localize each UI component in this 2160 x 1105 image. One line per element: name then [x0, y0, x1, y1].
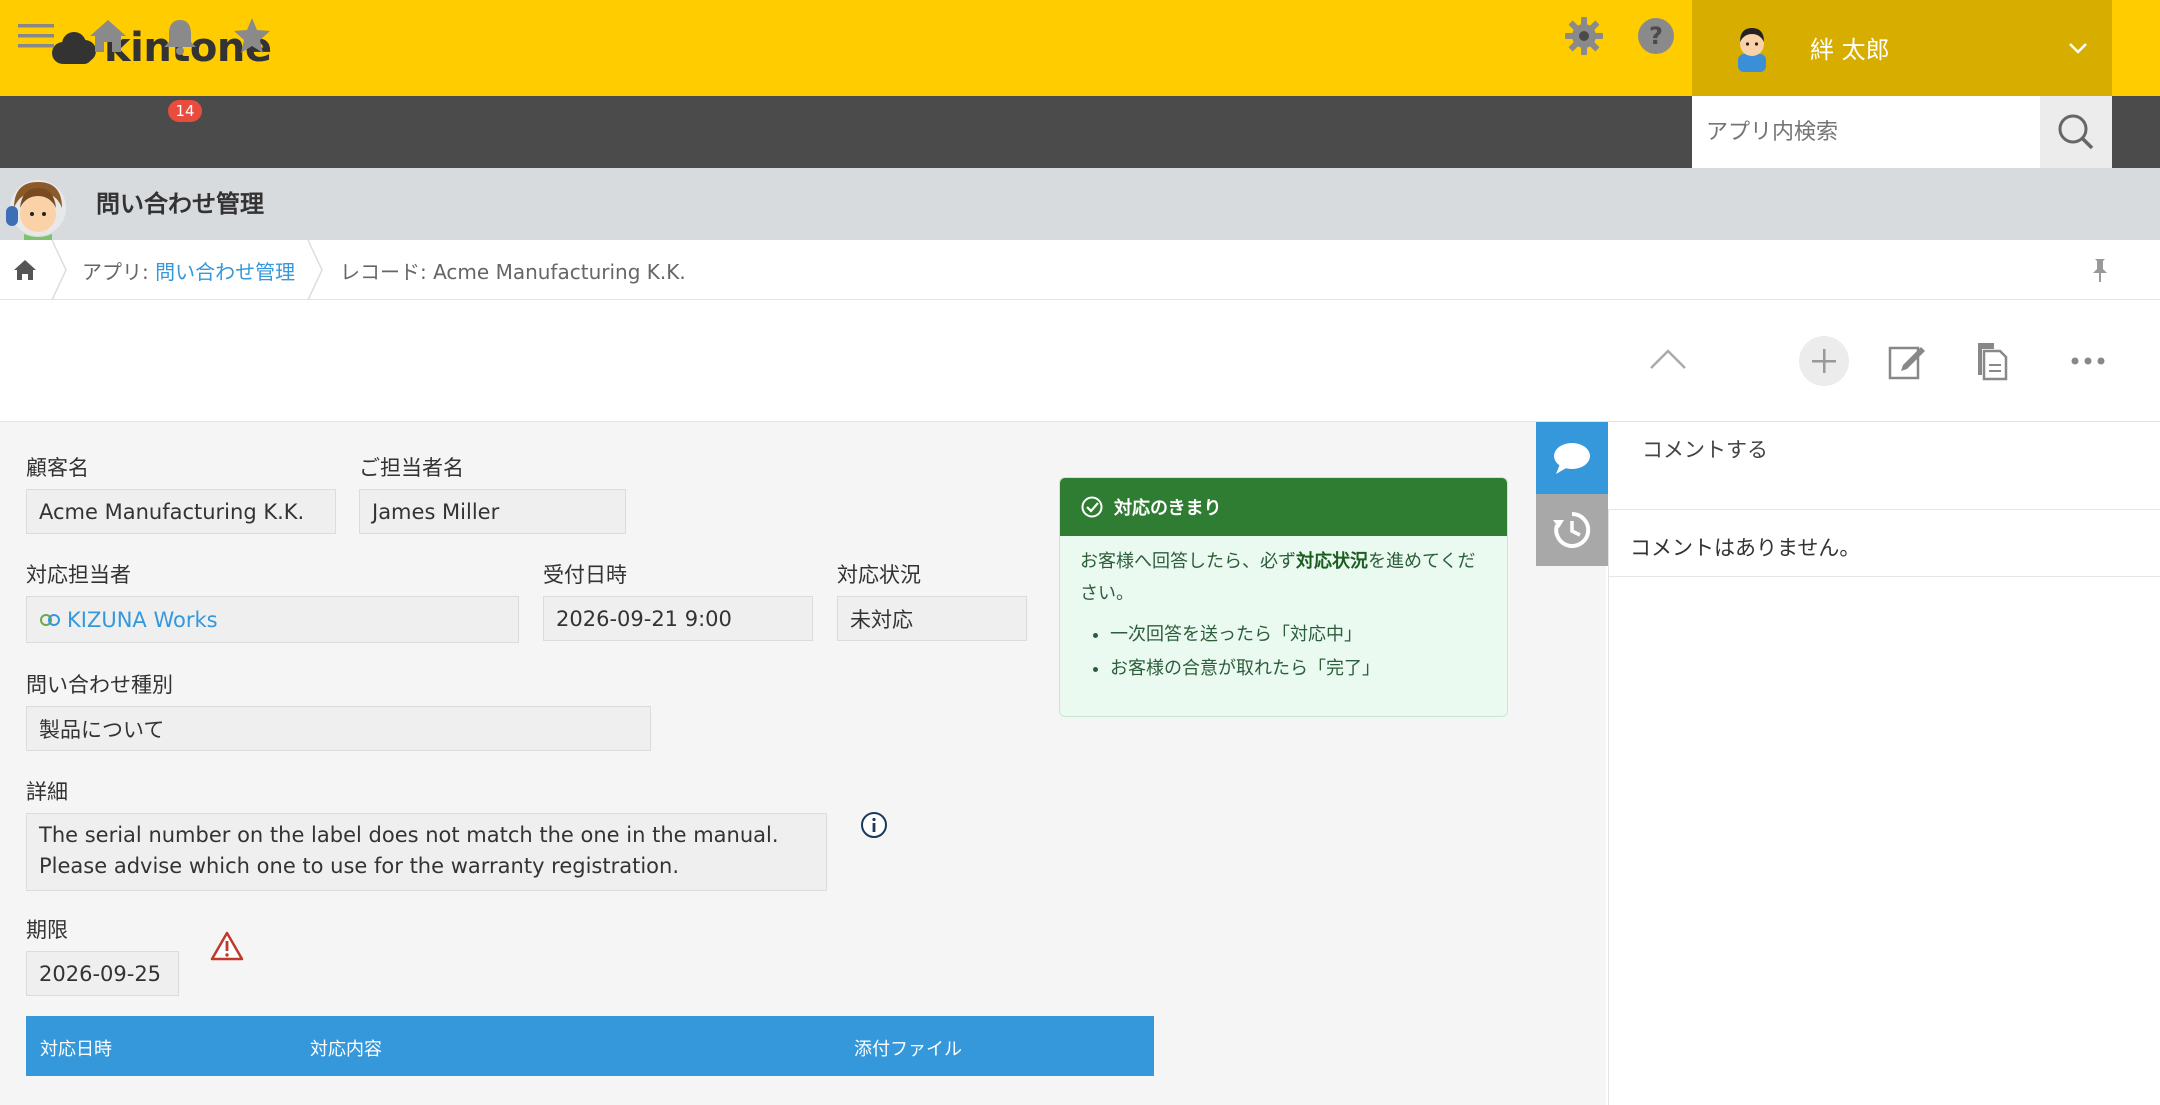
response-rules-list: 一次回答を送ったら「対応中」 お客様の合意が取れたら「完了」 — [1080, 618, 1487, 686]
app-title-bar — [0, 168, 2160, 240]
duplicate-record-button[interactable] — [1967, 336, 2017, 386]
chevron-up-icon — [1650, 349, 1686, 369]
user-avatar-icon — [1738, 28, 1766, 72]
detail-value: The serial number on the label does not … — [26, 813, 827, 891]
user-name: 絆 太郎 — [1810, 36, 1890, 64]
notification-bell-icon[interactable] — [158, 14, 202, 58]
edit-record-button[interactable] — [1882, 336, 1932, 386]
deadline-label: 期限 — [26, 918, 68, 942]
comments-tab[interactable] — [1536, 422, 1608, 494]
more-icon — [2071, 357, 2105, 365]
response-rules-panel: 対応のきまり お客様へ回答したら、必ず対応状況を進めてください。 一次回答を送っ… — [1059, 477, 1508, 717]
home-icon[interactable] — [86, 14, 130, 58]
more-options-button[interactable] — [2063, 336, 2113, 386]
breadcrumb-home-icon[interactable] — [12, 258, 38, 282]
breadcrumb-app: アプリ: 問い合わせ管理 — [82, 260, 296, 284]
assignee-label: 対応担当者 — [26, 563, 131, 587]
help-icon[interactable]: ? — [1634, 14, 1678, 58]
search-button[interactable] — [2040, 96, 2112, 168]
svg-text:?: ? — [1649, 22, 1663, 50]
comment-placeholder: コメントする — [1642, 438, 1768, 462]
notification-badge: 14 — [168, 100, 202, 122]
received-value: 2026-09-21 9:00 — [543, 596, 813, 641]
response-rules-text: お客様へ回答したら、必ず対応状況を進めてください。 — [1080, 551, 1476, 604]
breadcrumb-separator — [307, 240, 323, 300]
subtable-column-header: 対応内容 — [310, 1039, 382, 1060]
organization-icon — [40, 613, 60, 626]
collapse-button[interactable] — [1643, 336, 1693, 386]
sidebar-tabs — [1536, 422, 1608, 566]
received-label: 受付日時 — [543, 563, 627, 587]
response-rule-item: 一次回答を送ったら「対応中」 — [1110, 618, 1487, 652]
status-label: 対応状況 — [837, 563, 921, 587]
contact-value: James Miller — [359, 489, 626, 534]
no-comments-text: コメントはありません。 — [1630, 536, 1861, 560]
response-rules-title: 対応のきまり — [1114, 498, 1222, 519]
subtable-header: 対応日時 対応内容 添付ファイル — [26, 1016, 1154, 1076]
star-icon[interactable] — [230, 14, 274, 58]
subtable-column-header: 添付ファイル — [854, 1039, 962, 1060]
check-circle-icon — [1081, 496, 1103, 518]
status-value: 未対応 — [837, 596, 1027, 641]
search-icon — [2058, 114, 2094, 150]
user-menu[interactable]: 絆 太郎 — [1692, 0, 2112, 96]
detail-line: The serial number on the label does not … — [39, 823, 779, 847]
category-value: 製品について — [26, 706, 651, 751]
assignee-field: KIZUNA Works — [26, 596, 519, 643]
chevron-down-icon — [2069, 43, 2087, 54]
warning-icon — [210, 931, 244, 961]
deadline-value: 2026-09-25 — [26, 951, 179, 996]
breadcrumb-record: レコード: Acme Manufacturing K.K. — [340, 260, 686, 284]
response-rules-body: お客様へ回答したら、必ず対応状況を進めてください。 一次回答を送ったら「対応中」… — [1060, 536, 1507, 696]
divider — [1608, 576, 2160, 577]
app-search-input[interactable] — [1692, 96, 2040, 168]
response-rules-header: 対応のきまり — [1060, 478, 1507, 536]
gear-icon[interactable] — [1562, 14, 1606, 58]
detail-label: 詳細 — [26, 780, 68, 804]
category-label: 問い合わせ種別 — [26, 673, 173, 697]
comment-sidebar — [1608, 422, 2160, 1105]
breadcrumb-app-link[interactable]: 問い合わせ管理 — [155, 260, 295, 284]
info-icon[interactable] — [859, 810, 889, 840]
customer-value: Acme Manufacturing K.K. — [26, 489, 336, 534]
add-record-button[interactable] — [1799, 336, 1849, 386]
plus-icon — [1812, 349, 1836, 373]
edit-icon — [1888, 346, 1925, 380]
comment-bubble-icon — [1554, 443, 1590, 474]
response-rule-item: お客様の合意が取れたら「完了」 — [1110, 652, 1487, 686]
assignee-link[interactable]: KIZUNA Works — [67, 608, 218, 632]
support-agent-icon — [6, 180, 66, 240]
duplicate-icon — [1978, 343, 2008, 381]
customer-label: 顧客名 — [26, 456, 89, 480]
history-tab[interactable] — [1536, 494, 1608, 566]
hamburger-menu-icon[interactable] — [14, 14, 58, 58]
pin-icon[interactable] — [2086, 256, 2114, 284]
history-icon — [1553, 511, 1591, 548]
detail-line: Please advise which one to use for the w… — [39, 854, 680, 878]
contact-label: ご担当者名 — [359, 456, 464, 480]
subtable-column-header: 対応日時 — [40, 1039, 112, 1060]
app-title: 問い合わせ管理 — [96, 190, 264, 218]
breadcrumb-separator — [51, 240, 67, 300]
